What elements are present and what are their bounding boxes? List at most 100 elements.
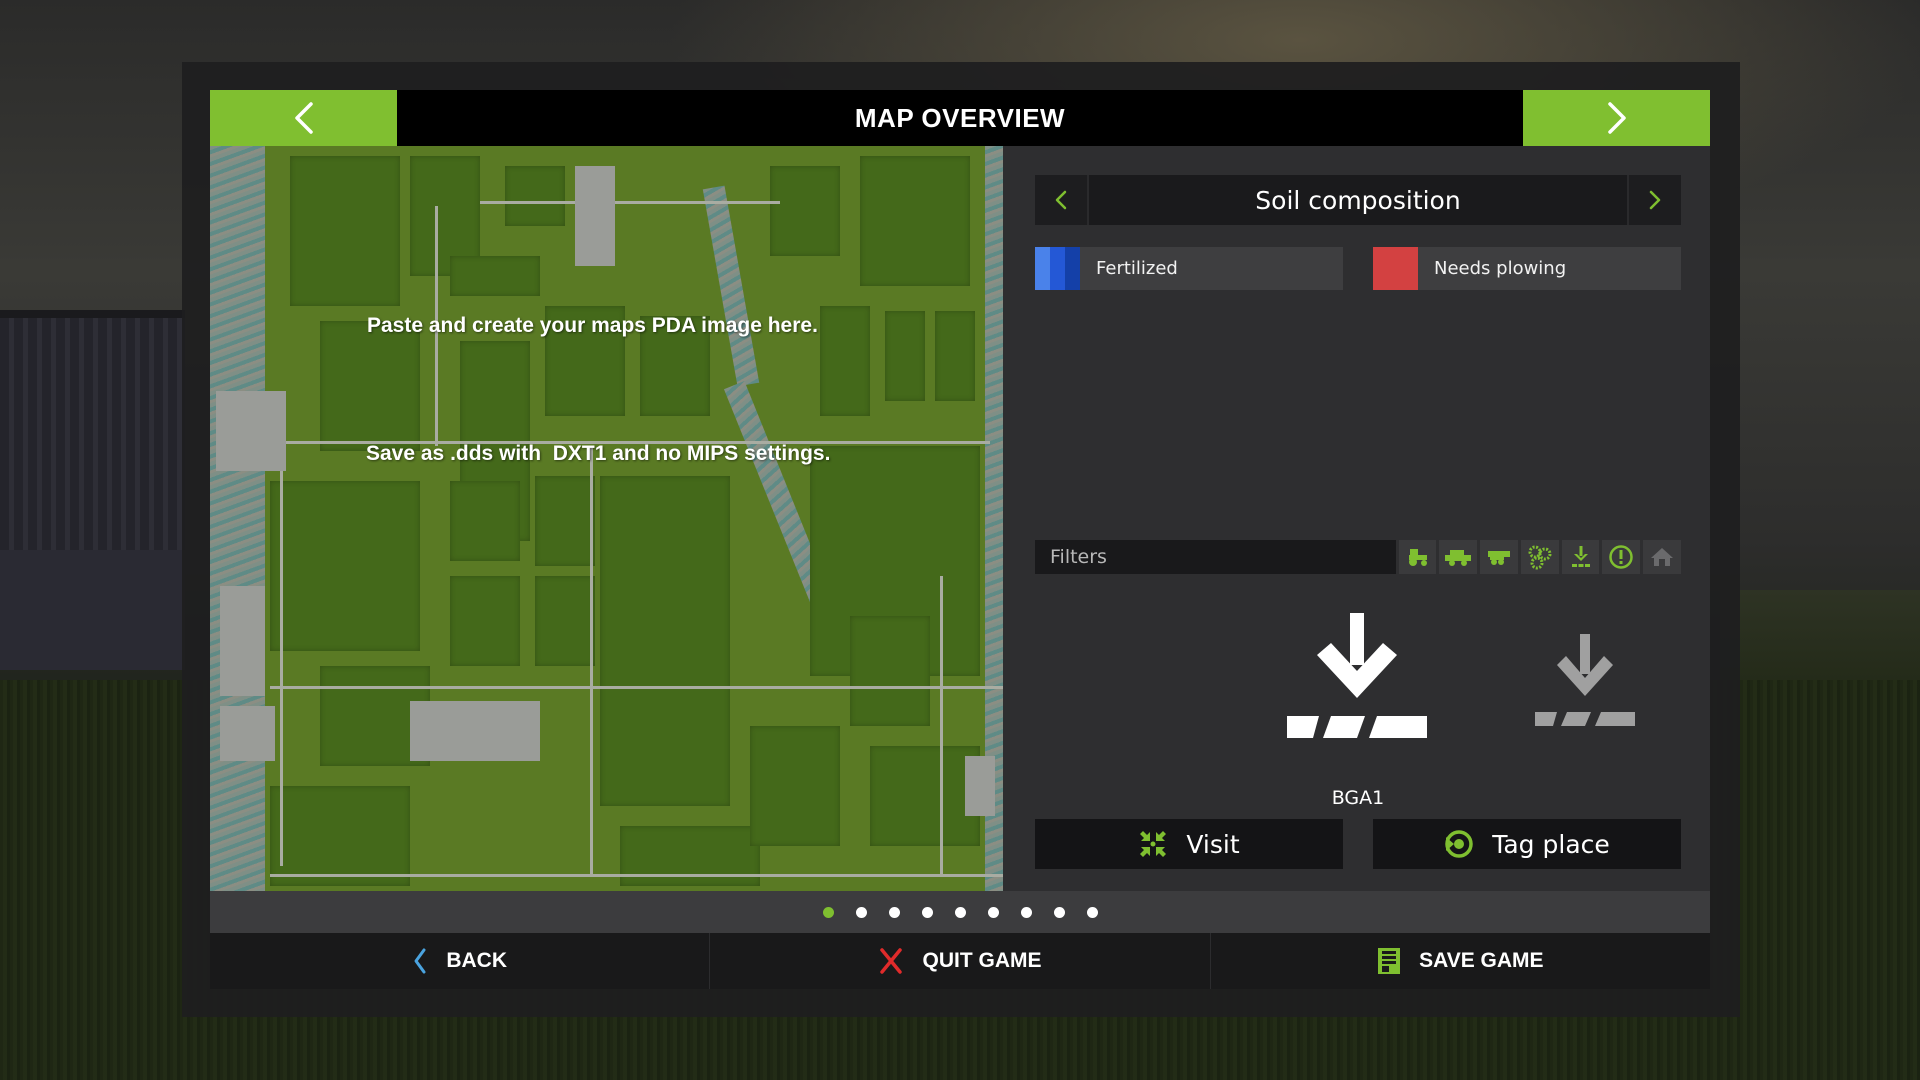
previous-page-button[interactable] <box>210 90 397 146</box>
map-road <box>940 576 943 876</box>
map-river <box>210 146 265 891</box>
tag-place-button[interactable]: Tag place <box>1373 819 1681 869</box>
trailer-icon <box>1488 551 1511 565</box>
save-icon <box>1378 948 1401 974</box>
background-barn <box>0 310 185 670</box>
overlay-selector: Soil composition <box>1035 175 1681 225</box>
map-road <box>270 686 1003 689</box>
map-field <box>535 576 595 666</box>
back-button[interactable]: BACK <box>210 933 711 989</box>
map-yard <box>575 166 615 266</box>
map-field <box>505 166 565 226</box>
map-view[interactable]: Paste and create your maps PDA image her… <box>210 146 1003 891</box>
exclamation-icon <box>1609 545 1634 569</box>
legend-item-needs-plowing[interactable]: Needs plowing <box>1373 247 1681 290</box>
map-field <box>885 311 925 401</box>
hotspot-name: BGA1 <box>1331 787 1385 809</box>
filter-alerts-button[interactable] <box>1602 540 1641 574</box>
save-game-label: SAVE GAME <box>1419 949 1544 972</box>
background-horizon <box>1720 590 1920 690</box>
filter-buildings-button[interactable] <box>1643 540 1681 574</box>
chevron-right-icon <box>1649 190 1661 210</box>
legend-label: Needs plowing <box>1434 258 1567 279</box>
save-game-button[interactable]: SAVE GAME <box>1211 933 1710 989</box>
map-field <box>850 616 930 726</box>
map-field <box>535 476 595 566</box>
tag-place-label: Tag place <box>1492 829 1610 859</box>
map-field <box>450 576 520 666</box>
legend-label: Fertilized <box>1096 258 1178 279</box>
map-instruction-2: Save as .dds with DXT1 and no MIPS setti… <box>366 442 831 465</box>
swatch-shade <box>1065 247 1080 290</box>
gears-icon <box>1528 545 1552 570</box>
filter-harvester-button[interactable] <box>1439 540 1478 574</box>
back-icon <box>414 948 426 974</box>
chevron-right-icon <box>1607 102 1626 134</box>
close-icon <box>880 948 903 974</box>
overlay-title: Soil composition <box>1255 185 1461 215</box>
filter-tractor-button[interactable] <box>1398 540 1437 574</box>
page-dot[interactable] <box>888 906 900 918</box>
filters-bar: Filters <box>1035 540 1681 574</box>
map-yard <box>220 586 265 696</box>
map-field <box>290 156 400 306</box>
page-dot[interactable] <box>921 906 933 918</box>
swatch-shade <box>1050 247 1065 290</box>
header-bar: MAP OVERVIEW <box>210 90 1710 146</box>
overlay-next-button[interactable] <box>1627 175 1681 225</box>
map-field <box>450 256 540 296</box>
legend-item-fertilized[interactable]: Fertilized <box>1035 247 1343 290</box>
map-road <box>590 446 593 876</box>
chevron-left-icon <box>294 102 313 134</box>
color-swatch <box>1035 247 1080 290</box>
page-dot[interactable] <box>822 906 834 918</box>
swatch-shade <box>1035 247 1050 290</box>
bottom-bar: BACK QUIT GAME SAVE GAME <box>210 933 1710 989</box>
map-road <box>480 201 780 204</box>
back-label: BACK <box>446 949 507 972</box>
tag-place-icon <box>1445 830 1473 858</box>
chevron-left-icon <box>1055 190 1067 210</box>
map-field <box>270 481 420 651</box>
unload-point-icon[interactable] <box>1287 613 1427 743</box>
page-dot[interactable] <box>987 906 999 918</box>
overlay-prev-button[interactable] <box>1035 175 1089 225</box>
page-dot[interactable] <box>855 906 867 918</box>
map-yard <box>965 756 995 816</box>
map-field <box>450 481 520 561</box>
map-yard <box>410 701 540 761</box>
page-indicator <box>210 891 1710 933</box>
map-field <box>860 156 970 286</box>
quit-game-label: QUIT GAME <box>922 949 1042 972</box>
map-road <box>280 446 283 866</box>
unload-icon <box>1571 546 1590 567</box>
house-icon <box>1651 548 1674 566</box>
filter-unload-button[interactable] <box>1561 540 1600 574</box>
map-river <box>702 185 760 387</box>
swatch-shade <box>1373 247 1418 290</box>
map-field <box>770 166 840 256</box>
page-dot[interactable] <box>1086 906 1098 918</box>
unload-point-icon-secondary[interactable] <box>1535 634 1635 729</box>
map-field <box>600 476 730 806</box>
page-dot[interactable] <box>1020 906 1032 918</box>
page-dot[interactable] <box>954 906 966 918</box>
map-yard <box>216 391 286 471</box>
filter-trailer-button[interactable] <box>1480 540 1518 574</box>
visit-button[interactable]: Visit <box>1035 819 1343 869</box>
map-instruction-1: Paste and create your maps PDA image her… <box>367 314 818 337</box>
harvester-icon <box>1445 550 1472 566</box>
filter-production-button[interactable] <box>1520 540 1559 574</box>
page-title: MAP OVERVIEW <box>854 102 1066 133</box>
color-swatch <box>1373 247 1418 290</box>
map-yard <box>220 706 275 761</box>
map-field <box>270 786 410 886</box>
quit-game-button[interactable]: QUIT GAME <box>710 933 1211 989</box>
page-dot[interactable] <box>1053 906 1065 918</box>
map-field <box>935 311 975 401</box>
map-field <box>320 321 420 451</box>
overlay-panel: Soil composition Fertilized Needs plowin… <box>1003 146 1710 891</box>
visit-label: Visit <box>1186 829 1240 859</box>
next-page-button[interactable] <box>1523 90 1710 146</box>
filters-label: Filters <box>1035 540 1396 574</box>
